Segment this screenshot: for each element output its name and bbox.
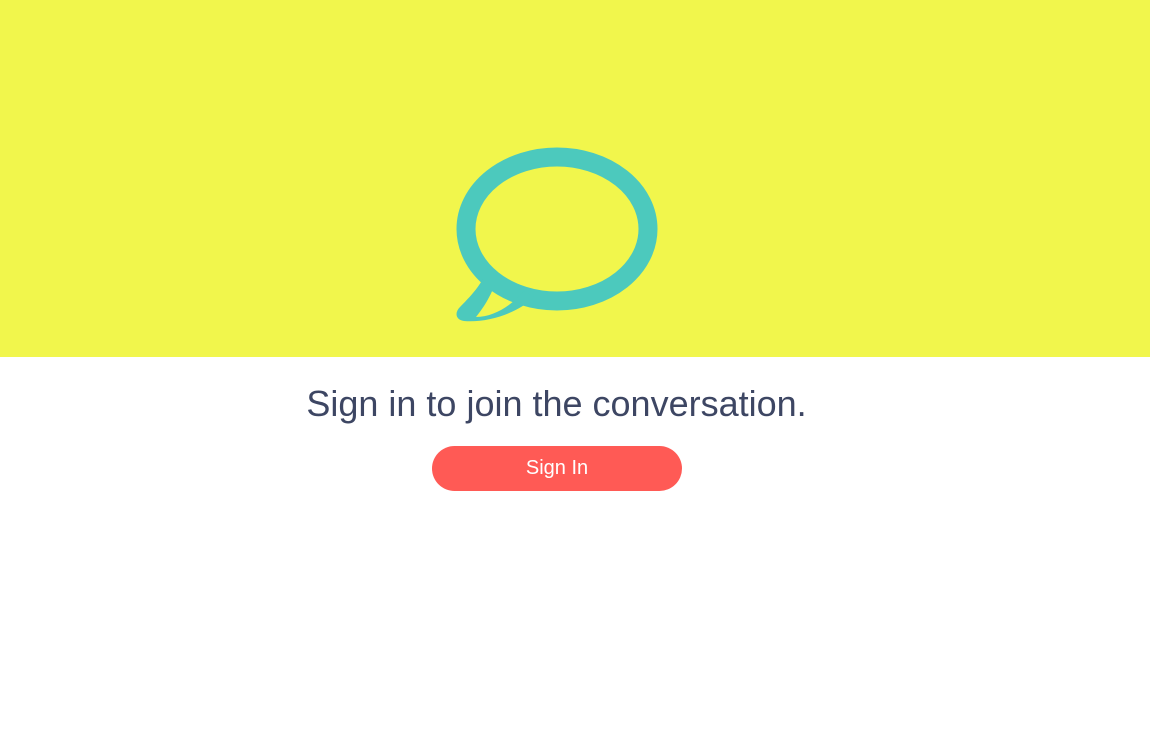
page-headline: Sign in to join the conversation. [306, 383, 807, 424]
speech-bubble-icon [456, 147, 658, 322]
sign-in-button[interactable]: Sign In [432, 446, 682, 491]
hero-banner [0, 0, 1150, 357]
